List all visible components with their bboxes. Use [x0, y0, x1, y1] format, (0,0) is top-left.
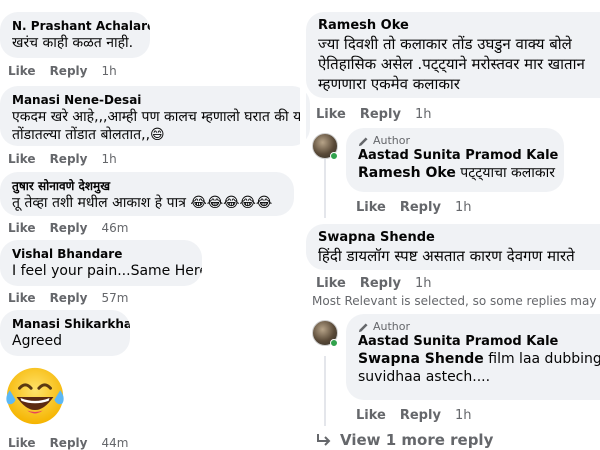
laughing-emoji-icon: 😄 [150, 127, 165, 143]
pencil-icon [358, 136, 368, 146]
reply-author[interactable]: Aastad Sunita Pramod Kale [358, 334, 594, 350]
comment-bubble: Ramesh Oke ज्या दिवशी तो कलाकार तोंड उघड… [306, 12, 600, 98]
comment-bubble: Swapna Shende हिंदी डायलॉग स्पष्ट असतात … [306, 224, 600, 270]
view-more-replies-link[interactable]: View 1 more reply [316, 431, 493, 449]
comment-timestamp[interactable]: 1h [101, 64, 116, 78]
comment-bubble: Manasi Shikarkhane Agreed [0, 310, 130, 356]
author-badge-label: Author [373, 320, 411, 333]
sort-notice: Most Relevant is selected, so some repli… [312, 294, 600, 308]
comment-text-fragment: तोंडातल्या तोंडात बोलतात,, [12, 127, 151, 143]
comment-bubble: तुषार सोनावणे देशमुख तू तेव्हा तशी मधील … [0, 172, 294, 216]
reply-bubble: Author Aastad Sunita Pramod Kale Swapna … [346, 314, 600, 400]
comment-text-line: तोंडातल्या तोंडात बोलतात,,😄 [12, 126, 298, 144]
reply-text-line: suvidhaa astech.... [358, 369, 491, 385]
comment-text: Agreed [12, 333, 63, 349]
comment-text-line: ज्या दिवशी तो कलाकार तोंड उघडुन वाक्य बो… [318, 35, 572, 53]
reply-text-fragment: film laa dubbing ch [488, 351, 600, 367]
comment-author[interactable]: Manasi Nene-Desai [12, 92, 298, 108]
reply-button[interactable]: Reply [400, 200, 441, 215]
like-button[interactable]: Like [356, 408, 386, 423]
reply-actions: Like Reply 1h [356, 200, 471, 215]
like-button[interactable]: Like [8, 291, 36, 305]
reply-text-fragment: पट्ट्याचा कलाकार [455, 165, 556, 181]
like-button[interactable]: Like [316, 276, 346, 291]
mention-link[interactable]: Ramesh Oke [358, 165, 456, 181]
reply-button[interactable]: Reply [50, 152, 88, 166]
like-button[interactable]: Like [356, 200, 386, 215]
reply-button[interactable]: Reply [50, 291, 88, 305]
comment-text-line: ऐतिहासिक असेल .पट्ट्याने मरोस्तवर मार खा… [318, 55, 585, 73]
comment-actions: Like Reply 1h [316, 107, 431, 122]
author-badge-label: Author [373, 134, 411, 147]
comment-text: हिंदी डायलॉग स्पष्ट असतात कारण देवगण मार… [318, 247, 575, 265]
reply-button[interactable]: Reply [50, 221, 88, 235]
comment-author[interactable]: तुषार सोनावणे देशमुख [12, 178, 282, 194]
comment-actions: Like Reply 1h [316, 276, 431, 291]
comment-text-line: एकदम खरे आहे,,,आम्ही पण कालच म्हणालो घरा… [12, 109, 302, 125]
comment-timestamp[interactable]: 1h [415, 276, 432, 291]
reply-text-line: Swapna Shende film laa dubbing ch [358, 350, 600, 368]
comment-text: खरंच काही कळत नाही. [12, 35, 134, 51]
reply-button[interactable]: Reply [50, 64, 88, 78]
comment-author[interactable]: N. Prashant Achalare [12, 18, 150, 34]
reply-bubble: Author Aastad Sunita Pramod Kale Ramesh … [346, 128, 564, 192]
comment-timestamp[interactable]: 1h [415, 107, 432, 122]
comment-author[interactable]: Swapna Shende [318, 230, 594, 246]
comment-timestamp[interactable]: 1h [455, 200, 472, 215]
comment-bubble: Manasi Nene-Desai एकदम खरे आहे,,,आम्ही प… [0, 86, 310, 146]
comment-timestamp[interactable]: 1h [101, 152, 116, 166]
comment-author[interactable]: Ramesh Oke [318, 18, 594, 34]
like-button[interactable]: Like [8, 64, 36, 78]
like-button[interactable]: Like [8, 436, 36, 450]
comment-author[interactable]: Manasi Shikarkhane [12, 316, 130, 332]
online-status-dot [330, 152, 338, 160]
reply-button[interactable]: Reply [360, 276, 401, 291]
like-button[interactable]: Like [8, 221, 36, 235]
like-button[interactable]: Like [316, 107, 346, 122]
reply-arrow-icon [317, 434, 331, 446]
comment-text-line: म्हणणारा एकमेव कलाकार [318, 75, 460, 93]
comment-text-fragment: तू तेव्हा तशी मधील आकाश हे पात्र [12, 195, 186, 211]
author-badge: Author [358, 134, 552, 148]
comment-actions: Like Reply 1h [8, 64, 117, 78]
laughing-emoji-icons: 😂😂😂😂😂 [190, 195, 273, 211]
view-more-label: View 1 more reply [340, 431, 494, 449]
reply-thread-line [324, 158, 326, 218]
comment-timestamp[interactable]: 57m [101, 291, 128, 305]
comment-timestamp[interactable]: 46m [101, 221, 128, 235]
reply-author[interactable]: Aastad Sunita Pramod Kale [358, 148, 558, 164]
author-badge: Author [358, 320, 594, 334]
reply-button[interactable]: Reply [360, 107, 401, 122]
reply-button[interactable]: Reply [50, 436, 88, 450]
comment-text: I feel your pain...Same Here !! [12, 263, 202, 279]
comment-actions: Like Reply 46m [8, 221, 128, 235]
reply-thread-line [324, 356, 326, 426]
comment-actions: Like Reply 44m [8, 436, 128, 450]
comment-bubble: N. Prashant Achalare खरंच काही कळत नाही. [0, 12, 150, 58]
comment-text-line: तू तेव्हा तशी मधील आकाश हे पात्र 😂😂😂😂😂 [12, 194, 282, 212]
reply-text: Ramesh Oke पट्ट्याचा कलाकार [358, 164, 556, 182]
reply-button[interactable]: Reply [400, 408, 441, 423]
comment-timestamp[interactable]: 1h [455, 408, 472, 423]
mention-link[interactable]: Swapna Shende [358, 351, 484, 367]
reply-actions: Like Reply 1h [356, 408, 471, 423]
comment-timestamp[interactable]: 44m [101, 436, 128, 450]
pencil-icon [358, 322, 368, 332]
comment-bubble: Vishal Bhandare I feel your pain...Same … [0, 240, 202, 286]
laughing-tears-emoji-icon [6, 367, 64, 425]
comment-author[interactable]: Vishal Bhandare [12, 246, 190, 262]
like-button[interactable]: Like [8, 152, 36, 166]
online-status-dot [330, 339, 338, 347]
comment-actions: Like Reply 57m [8, 291, 128, 305]
comment-actions: Like Reply 1h [8, 152, 117, 166]
